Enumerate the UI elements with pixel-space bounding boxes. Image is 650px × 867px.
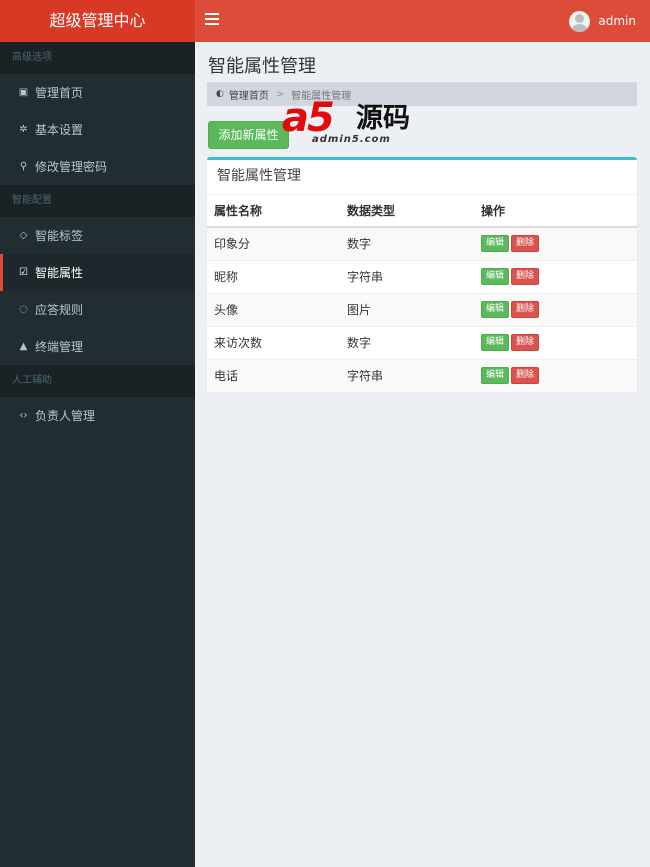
watermark-text: 源码 xyxy=(356,103,410,134)
column-header-type: 数据类型 xyxy=(340,195,474,228)
cell-name: 电话 xyxy=(207,359,340,393)
breadcrumb-current: 智能属性管理 xyxy=(291,90,352,102)
edit-button[interactable]: 编辑 xyxy=(481,367,510,384)
cell-actions: 编辑 删除 xyxy=(474,293,637,327)
watermark-url: admin5.com xyxy=(312,134,391,145)
breadcrumb: ◐ 管理首页 > 智能属性管理 xyxy=(207,82,637,106)
cell-type: 数字 xyxy=(340,326,474,360)
sidebar-item-settings[interactable]: ✲ 基本设置 xyxy=(0,111,195,148)
page-title: 智能属性管理 xyxy=(208,56,316,77)
calendar-check-icon: ▣ xyxy=(18,87,29,98)
breadcrumb-home-link[interactable]: 管理首页 xyxy=(229,87,269,102)
edit-button[interactable]: 编辑 xyxy=(481,235,510,253)
cell-actions: 编辑 删除 xyxy=(474,227,637,261)
cell-actions: 编辑 删除 xyxy=(474,326,637,360)
cell-type: 数字 xyxy=(340,227,474,261)
box-title: 智能属性管理 xyxy=(207,160,637,195)
comments-icon: ◌ xyxy=(19,304,28,315)
cell-name: 昵称 xyxy=(207,260,340,294)
cell-name: 头像 xyxy=(207,293,340,327)
avatar xyxy=(569,10,591,32)
sidebar-item-terminal[interactable]: ▲ 终端管理 xyxy=(0,328,195,365)
attribute-box: 智能属性管理 属性名称 数据类型 操作 印象分 数字 编辑 删除 昵称 字符串 编… xyxy=(207,157,637,393)
delete-button[interactable]: 删除 xyxy=(511,367,540,384)
cell-actions: 编辑 删除 xyxy=(474,260,637,294)
sidebar-toggle-icon[interactable] xyxy=(205,13,219,29)
app-logo[interactable]: 超级管理中心 xyxy=(0,0,195,42)
gear-icon: ✲ xyxy=(19,124,28,135)
column-header-name: 属性名称 xyxy=(207,195,340,228)
cell-type: 字符串 xyxy=(340,359,474,393)
cell-actions: 编辑 删除 xyxy=(474,359,637,393)
sidebar-item-label: 管理首页 xyxy=(35,86,84,100)
sidebar-item-label: 负责人管理 xyxy=(35,409,96,423)
add-attribute-button[interactable]: 添加新属性 xyxy=(208,121,289,149)
sidebar-item-label: 终端管理 xyxy=(35,340,84,354)
table-header-row: 属性名称 数据类型 操作 xyxy=(207,195,637,228)
sidebar-item-smart-attributes[interactable]: ☑ 智能属性 xyxy=(0,254,195,291)
sidebar-item-smart-tags[interactable]: ◇ 智能标签 xyxy=(0,217,195,254)
code-icon: ‹› xyxy=(19,410,28,421)
top-header: 超级管理中心 admin xyxy=(0,0,650,42)
sidebar-item-label: 智能标签 xyxy=(35,229,84,243)
breadcrumb-separator: > xyxy=(275,88,285,100)
table-row: 电话 字符串 编辑 删除 xyxy=(207,359,637,393)
cell-name: 来访次数 xyxy=(207,326,340,360)
sidebar-item-dashboard[interactable]: ▣ 管理首页 xyxy=(0,74,195,111)
cell-type: 字符串 xyxy=(340,260,474,294)
table-row: 昵称 字符串 编辑 删除 xyxy=(207,260,637,294)
sidebar-section-smart: 智能配置 xyxy=(0,185,195,217)
diamond-icon: ◇ xyxy=(19,230,28,241)
delete-button[interactable]: 删除 xyxy=(511,235,540,253)
sidebar-section-advanced: 高级选项 xyxy=(0,42,195,74)
sidebar-section-manual: 人工辅助 xyxy=(0,365,195,397)
dashboard-icon: ◐ xyxy=(216,89,224,99)
sidebar-item-label: 智能属性 xyxy=(35,266,84,280)
graduation-cap-icon: ▲ xyxy=(19,341,28,352)
delete-button[interactable]: 删除 xyxy=(511,334,540,351)
column-header-actions: 操作 xyxy=(474,195,637,228)
key-icon: ⚲ xyxy=(19,161,28,172)
check-square-icon: ☑ xyxy=(19,267,28,278)
edit-button[interactable]: 编辑 xyxy=(481,268,510,285)
table-row: 来访次数 数字 编辑 删除 xyxy=(207,326,637,360)
sidebar-item-managers[interactable]: ‹› 负责人管理 xyxy=(0,397,195,434)
sidebar-item-password[interactable]: ⚲ 修改管理密码 xyxy=(0,148,195,185)
edit-button[interactable]: 编辑 xyxy=(481,301,510,318)
attribute-table: 属性名称 数据类型 操作 印象分 数字 编辑 删除 昵称 字符串 编辑 删除 头… xyxy=(207,195,637,393)
delete-button[interactable]: 删除 xyxy=(511,268,540,285)
table-row: 印象分 数字 编辑 删除 xyxy=(207,227,637,261)
user-menu[interactable]: admin xyxy=(569,10,636,32)
sidebar-item-response-rules[interactable]: ◌ 应答规则 xyxy=(0,291,195,328)
sidebar-item-label: 应答规则 xyxy=(35,303,84,317)
cell-type: 图片 xyxy=(340,293,474,327)
delete-button[interactable]: 删除 xyxy=(511,301,540,318)
sidebar: 高级选项 ▣ 管理首页 ✲ 基本设置 ⚲ 修改管理密码 智能配置 ◇ 智能标签 … xyxy=(0,42,195,867)
cell-name: 印象分 xyxy=(207,227,340,261)
sidebar-item-label: 基本设置 xyxy=(35,123,84,137)
sidebar-item-label: 修改管理密码 xyxy=(35,160,108,174)
edit-button[interactable]: 编辑 xyxy=(481,334,510,351)
user-name: admin xyxy=(598,14,636,28)
table-row: 头像 图片 编辑 删除 xyxy=(207,293,637,327)
